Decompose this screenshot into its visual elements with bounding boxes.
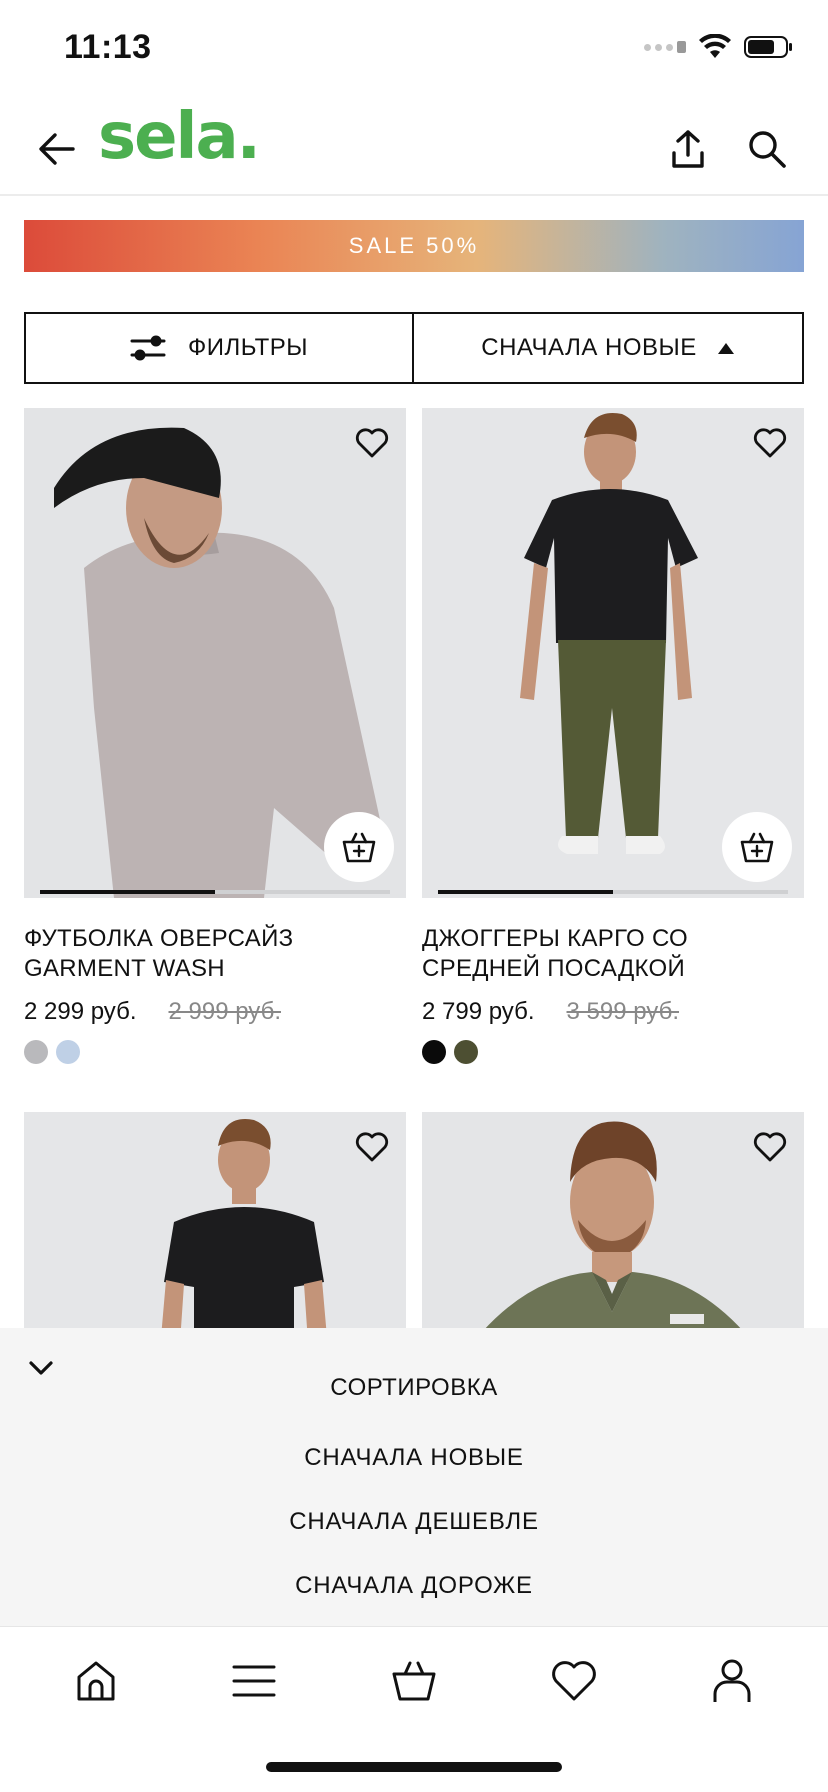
basket-plus-icon <box>342 832 376 863</box>
basket-icon <box>392 1661 436 1701</box>
profile-icon <box>713 1659 751 1702</box>
add-to-cart-button[interactable] <box>722 812 792 882</box>
status-bar: 11:13 <box>0 0 828 96</box>
tab-home[interactable] <box>66 1651 126 1711</box>
sheet-title: СОРТИРОВКА <box>330 1374 498 1401</box>
product-card[interactable]: ФУТБОЛКА ОВЕРСАЙЗ GARMENT WASH 2 299 руб… <box>24 408 406 1064</box>
filters-label: ФИЛЬТРЫ <box>187 334 308 361</box>
product-photo[interactable] <box>422 408 804 898</box>
gallery-progress-fill <box>438 890 613 894</box>
product-prices: 2 799 руб. 3 599 руб. <box>422 998 804 1026</box>
sort-label: СНАЧАЛА НОВЫЕ <box>481 334 697 361</box>
favorite-button[interactable] <box>750 424 790 462</box>
wifi-icon <box>699 34 731 58</box>
home-icon <box>77 1661 115 1701</box>
color-swatches <box>422 1040 804 1064</box>
menu-icon <box>232 1665 276 1697</box>
color-swatch[interactable] <box>56 1040 80 1064</box>
arrow-left-icon <box>39 133 75 165</box>
product-name[interactable]: ФУТБОЛКА ОВЕРСАЙЗ GARMENT WASH <box>24 924 406 984</box>
heart-icon <box>355 1132 389 1162</box>
current-price: 2 299 руб. <box>24 998 137 1025</box>
old-price: 3 599 руб. <box>566 998 680 1025</box>
search-icon <box>749 131 786 168</box>
gallery-progress <box>438 890 788 894</box>
color-swatch[interactable] <box>422 1040 446 1064</box>
sort-button[interactable]: СНАЧАЛА НОВЫЕ <box>414 314 802 382</box>
triangle-up-icon <box>717 343 734 354</box>
current-price: 2 799 руб. <box>422 998 535 1025</box>
add-to-cart-button[interactable] <box>324 812 394 882</box>
status-indicators <box>644 34 794 60</box>
color-swatches <box>24 1040 406 1064</box>
share-button[interactable] <box>666 124 710 174</box>
color-swatch[interactable] <box>24 1040 48 1064</box>
tab-favorites[interactable] <box>544 1651 604 1711</box>
old-price: 2 999 руб. <box>168 998 282 1025</box>
filter-sliders-icon <box>130 335 166 361</box>
tab-profile[interactable] <box>702 1651 762 1711</box>
sort-option-newest[interactable]: СНАЧАЛА НОВЫЕ <box>0 1444 828 1472</box>
tab-catalog[interactable] <box>224 1651 284 1711</box>
back-button[interactable] <box>32 124 82 174</box>
gallery-progress-fill <box>40 890 215 894</box>
sort-option-pricier[interactable]: СНАЧАЛА ДОРОЖЕ <box>0 1572 828 1600</box>
battery-icon <box>744 36 792 58</box>
app-header: sela. <box>0 96 828 196</box>
sort-sheet: СОРТИРОВКА СНАЧАЛА НОВЫЕ СНАЧАЛА ДЕШЕВЛЕ… <box>0 1328 828 1626</box>
color-swatch[interactable] <box>454 1040 478 1064</box>
favorite-button[interactable] <box>750 1128 790 1166</box>
share-icon <box>672 130 704 168</box>
product-prices: 2 299 руб. 2 999 руб. <box>24 998 406 1026</box>
product-photo[interactable] <box>24 408 406 898</box>
heart-icon <box>753 428 787 458</box>
favorite-button[interactable] <box>352 1128 392 1166</box>
cellular-signal-icon <box>644 41 686 53</box>
product-card[interactable]: ДЖОГГЕРЫ КАРГО СО СРЕДНЕЙ ПОСАДКОЙ 2 799… <box>422 408 804 1064</box>
favorite-button[interactable] <box>352 424 392 462</box>
heart-icon <box>753 1132 787 1162</box>
basket-plus-icon <box>740 832 774 863</box>
filter-sort-bar: ФИЛЬТРЫ СНАЧАЛА НОВЫЕ <box>24 312 804 384</box>
sort-option-cheaper[interactable]: СНАЧАЛА ДЕШЕВЛЕ <box>0 1508 828 1536</box>
sela-logo[interactable]: sela. <box>98 100 261 174</box>
home-indicator <box>266 1762 562 1772</box>
filters-button[interactable]: ФИЛЬТРЫ <box>26 314 414 382</box>
product-name[interactable]: ДЖОГГЕРЫ КАРГО СО СРЕДНЕЙ ПОСАДКОЙ <box>422 924 804 984</box>
status-time: 11:13 <box>64 28 152 66</box>
search-button[interactable] <box>742 124 792 174</box>
heart-icon <box>355 428 389 458</box>
tab-basket[interactable] <box>384 1651 444 1711</box>
heart-icon <box>552 1661 596 1701</box>
sale-banner[interactable]: SALE 50% <box>24 220 804 272</box>
gallery-progress <box>40 890 390 894</box>
